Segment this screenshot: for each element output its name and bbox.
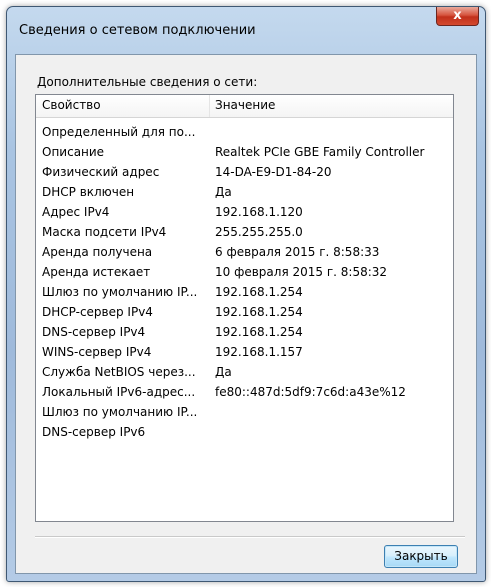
list-item[interactable]: DNS-сервер IPv4 192.168.1.254 (36, 322, 453, 342)
details-list[interactable]: Свойство Значение Определенный для по...… (35, 94, 454, 522)
window-title: Сведения о сетевом подключении (19, 23, 256, 38)
property-cell: DNS-сервер IPv4 (42, 325, 146, 339)
list-item[interactable]: WINS-сервер IPv4 192.168.1.157 (36, 342, 453, 362)
list-item[interactable]: DNS-сервер IPv6 (36, 422, 453, 442)
value-cell: Realtek PCIe GBE Family Controller (215, 145, 425, 159)
property-cell: DHCP включен (42, 185, 135, 199)
list-rows: Определенный для по... Описание Realtek PC… (36, 118, 453, 442)
list-item[interactable]: Служба NetBIOS через... Да (36, 362, 453, 382)
list-item[interactable]: Определенный для по... (36, 122, 453, 142)
list-item[interactable]: Физический адрес 14-DA-E9-D1-84-20 (36, 162, 453, 182)
value-cell: 192.168.1.254 (215, 285, 303, 299)
list-item[interactable]: Аренда получена 6 февраля 2015 г. 8:58:33 (36, 242, 453, 262)
property-cell: Определенный для по... (42, 125, 196, 139)
list-item[interactable]: Шлюз по умолчанию IP... (36, 402, 453, 422)
value-cell (215, 402, 453, 422)
network-details-dialog: Сведения о сетевом подключении x Дополни… (6, 6, 486, 582)
list-item[interactable]: Маска подсети IPv4 255.255.255.0 (36, 222, 453, 242)
property-cell: Аренда получена (42, 245, 153, 259)
section-label: Дополнительные сведения о сети: (37, 75, 258, 89)
property-cell: DHCP-сервер IPv4 (42, 305, 153, 319)
value-cell: 6 февраля 2015 г. 8:58:33 (215, 245, 380, 259)
value-cell: 192.168.1.120 (215, 205, 303, 219)
list-header: Свойство Значение (36, 95, 453, 118)
value-cell: 192.168.1.254 (215, 305, 303, 319)
value-cell: 192.168.1.254 (215, 325, 303, 339)
list-item[interactable]: DHCP-сервер IPv4 192.168.1.254 (36, 302, 453, 322)
list-item[interactable]: Шлюз по умолчанию IP... 192.168.1.254 (36, 282, 453, 302)
property-cell: Локальный IPv6-адрес... (42, 385, 196, 399)
property-cell: Шлюз по умолчанию IP... (42, 405, 198, 419)
column-header-value[interactable]: Значение (210, 95, 453, 117)
property-cell: Маска подсети IPv4 (42, 225, 167, 239)
property-cell: DNS-сервер IPv6 (42, 425, 146, 439)
value-cell: 10 февраля 2015 г. 8:58:32 (215, 265, 388, 279)
value-cell: 14-DA-E9-D1-84-20 (215, 165, 332, 179)
list-item[interactable]: Описание Realtek PCIe GBE Family Controll… (36, 142, 453, 162)
window-close-icon[interactable]: x (436, 7, 479, 26)
value-cell: Да (215, 365, 232, 379)
separator (35, 536, 465, 538)
property-cell: Адрес IPv4 (42, 205, 110, 219)
property-cell: Описание (42, 145, 105, 159)
property-cell: Служба NetBIOS через... (42, 365, 196, 379)
list-item[interactable]: Аренда истекает 10 февраля 2015 г. 8:58:3… (36, 262, 453, 282)
value-cell: 255.255.255.0 (215, 225, 303, 239)
value-cell: fe80::487d:5df9:7c6d:a43e%12 (215, 385, 406, 399)
list-item[interactable]: DHCP включен Да (36, 182, 453, 202)
title-bar[interactable]: Сведения о сетевом подключении x (7, 7, 485, 38)
dialog-content: Дополнительные сведения о сети: Свойство… (15, 54, 477, 574)
property-cell: Физический адрес (42, 165, 160, 179)
property-cell: Шлюз по умолчанию IP... (42, 285, 198, 299)
value-cell: 192.168.1.157 (215, 345, 303, 359)
value-cell: Да (215, 185, 232, 199)
value-cell (215, 422, 453, 442)
column-header-property[interactable]: Свойство (36, 95, 210, 117)
close-button[interactable]: Закрыть (384, 545, 458, 568)
property-cell: WINS-сервер IPv4 (42, 345, 152, 359)
property-cell: Аренда истекает (42, 265, 151, 279)
list-item[interactable]: Локальный IPv6-адрес... fe80::487d:5df9:7… (36, 382, 453, 402)
list-item[interactable]: Адрес IPv4 192.168.1.120 (36, 202, 453, 222)
value-cell (215, 122, 453, 142)
